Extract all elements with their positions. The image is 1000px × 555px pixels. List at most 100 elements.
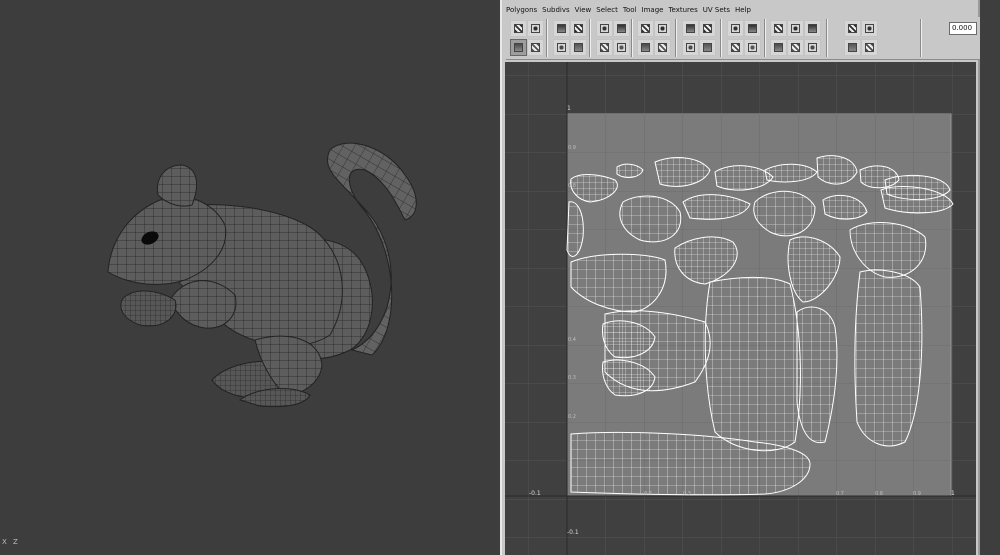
person-button[interactable] bbox=[861, 20, 878, 37]
unfold-button[interactable] bbox=[553, 39, 570, 56]
uv-label-left-neg: -0.1 bbox=[529, 490, 541, 497]
toolbar-separator bbox=[546, 19, 548, 57]
uv-canvas[interactable]: 1 1 -0.1 -0.1 0.9 0.8 0.4 0.3 0.2 0.2 0.… bbox=[505, 62, 976, 555]
rotate-ccw-button[interactable] bbox=[682, 39, 699, 56]
grid-add-icon bbox=[600, 43, 609, 52]
menu-view[interactable]: View bbox=[575, 6, 592, 14]
grid-add-button[interactable] bbox=[596, 39, 613, 56]
uv-toolbar bbox=[506, 17, 980, 60]
rotate-ccw-icon bbox=[686, 43, 695, 52]
menu-image[interactable]: Image bbox=[642, 6, 664, 14]
sew-button[interactable] bbox=[699, 39, 716, 56]
flip-v-icon bbox=[531, 43, 540, 52]
uv-btick-09: 0.9 bbox=[913, 491, 921, 497]
sew-icon bbox=[703, 43, 712, 52]
grid-paste-button[interactable] bbox=[787, 20, 804, 37]
perspective-viewport[interactable]: X Z bbox=[0, 0, 500, 555]
menu-help[interactable]: Help bbox=[735, 6, 751, 14]
refresh-button[interactable] bbox=[844, 39, 861, 56]
map-button[interactable] bbox=[727, 39, 744, 56]
toolbar-separator bbox=[631, 19, 633, 57]
dark-sphere-icon bbox=[808, 43, 817, 52]
align-top-icon bbox=[774, 24, 783, 33]
map-icon bbox=[731, 43, 740, 52]
hands bbox=[120, 290, 177, 327]
refresh-icon bbox=[848, 43, 857, 52]
toolbar-separator bbox=[764, 19, 766, 57]
person-icon bbox=[865, 24, 874, 33]
uv-tick-03: 0.3 bbox=[568, 375, 576, 381]
checker-button[interactable] bbox=[510, 20, 527, 37]
grid-view-button[interactable] bbox=[637, 20, 654, 37]
menu-textures[interactable]: Textures bbox=[668, 6, 697, 14]
uv-value-field[interactable]: 0.000 bbox=[949, 22, 977, 35]
unfold-icon bbox=[557, 43, 566, 52]
uv-label-top-1: 1 bbox=[567, 105, 571, 112]
move-right-button[interactable] bbox=[570, 39, 587, 56]
texture-swap-button[interactable] bbox=[654, 39, 671, 56]
layout-button[interactable] bbox=[553, 20, 570, 37]
align-bottom-icon bbox=[748, 43, 757, 52]
menu-select[interactable]: Select bbox=[596, 6, 618, 14]
squirrel-mesh[interactable] bbox=[0, 0, 500, 555]
menu-tool[interactable]: Tool bbox=[623, 6, 637, 14]
user-icon bbox=[791, 43, 800, 52]
grid-select-button[interactable] bbox=[744, 20, 761, 37]
cut-button[interactable] bbox=[613, 39, 630, 56]
pattern-icon bbox=[808, 24, 817, 33]
overlap-button[interactable] bbox=[654, 20, 671, 37]
uv-label-bottom-neg: -0.1 bbox=[567, 529, 579, 536]
uv-btick-08: 0.8 bbox=[875, 491, 883, 497]
grid-paste-icon bbox=[791, 24, 800, 33]
uv-shells bbox=[566, 155, 954, 496]
checker-icon bbox=[514, 24, 523, 33]
toolbar-separator bbox=[720, 19, 722, 57]
isolate-icon bbox=[686, 24, 695, 33]
flip-u-icon bbox=[531, 24, 540, 33]
uv-btick-03: 0.3 bbox=[683, 491, 691, 497]
menu-polygons[interactable]: Polygons bbox=[506, 6, 537, 14]
flip-v-button[interactable] bbox=[527, 39, 544, 56]
brush-button[interactable] bbox=[510, 39, 527, 56]
avatar-button[interactable] bbox=[613, 20, 630, 37]
uv-tick-02: 0.2 bbox=[568, 414, 576, 420]
flip-u-button[interactable] bbox=[527, 20, 544, 37]
grid-snap-button[interactable] bbox=[596, 20, 613, 37]
copy-button[interactable] bbox=[861, 39, 878, 56]
grid-snap-icon bbox=[600, 24, 609, 33]
isolate-button[interactable] bbox=[682, 20, 699, 37]
right-edge-panel bbox=[980, 0, 1000, 555]
avatar-icon bbox=[617, 24, 626, 33]
avatar-view-button[interactable] bbox=[637, 39, 654, 56]
toolbar-separator bbox=[826, 19, 828, 57]
rotate-cw-button[interactable] bbox=[699, 20, 716, 37]
grid-copy-button[interactable] bbox=[770, 39, 787, 56]
move-left-button[interactable] bbox=[570, 20, 587, 37]
align-top-button[interactable] bbox=[770, 20, 787, 37]
pattern-button[interactable] bbox=[804, 20, 821, 37]
toolbar-separator bbox=[920, 19, 922, 57]
move-right-icon bbox=[574, 43, 583, 52]
overlap-icon bbox=[658, 24, 667, 33]
toolbar-separator bbox=[589, 19, 591, 57]
grid-copy-icon bbox=[774, 43, 783, 52]
align-bottom-button[interactable] bbox=[744, 39, 761, 56]
uv-grid[interactable]: 1 1 -0.1 -0.1 0.9 0.8 0.4 0.3 0.2 0.2 0.… bbox=[505, 62, 976, 555]
user-button[interactable] bbox=[787, 39, 804, 56]
brush-icon bbox=[514, 43, 523, 52]
dark-sphere-button[interactable] bbox=[804, 39, 821, 56]
uv-tick-04: 0.4 bbox=[568, 337, 576, 343]
uv-tick-08: 0.8 bbox=[568, 183, 576, 189]
light-sphere-button[interactable] bbox=[844, 20, 861, 37]
menu-uv-sets[interactable]: UV Sets bbox=[703, 6, 730, 14]
axis-x-label: X bbox=[2, 538, 7, 546]
copy-icon bbox=[865, 43, 874, 52]
menu-subdivs[interactable]: Subdivs bbox=[542, 6, 570, 14]
layout-icon bbox=[557, 24, 566, 33]
avatar-view-icon bbox=[641, 43, 650, 52]
move-sew-icon bbox=[731, 24, 740, 33]
arm bbox=[169, 280, 237, 329]
view-axis-indicator: X Z bbox=[2, 532, 26, 552]
rotate-cw-icon bbox=[703, 24, 712, 33]
move-sew-button[interactable] bbox=[727, 20, 744, 37]
